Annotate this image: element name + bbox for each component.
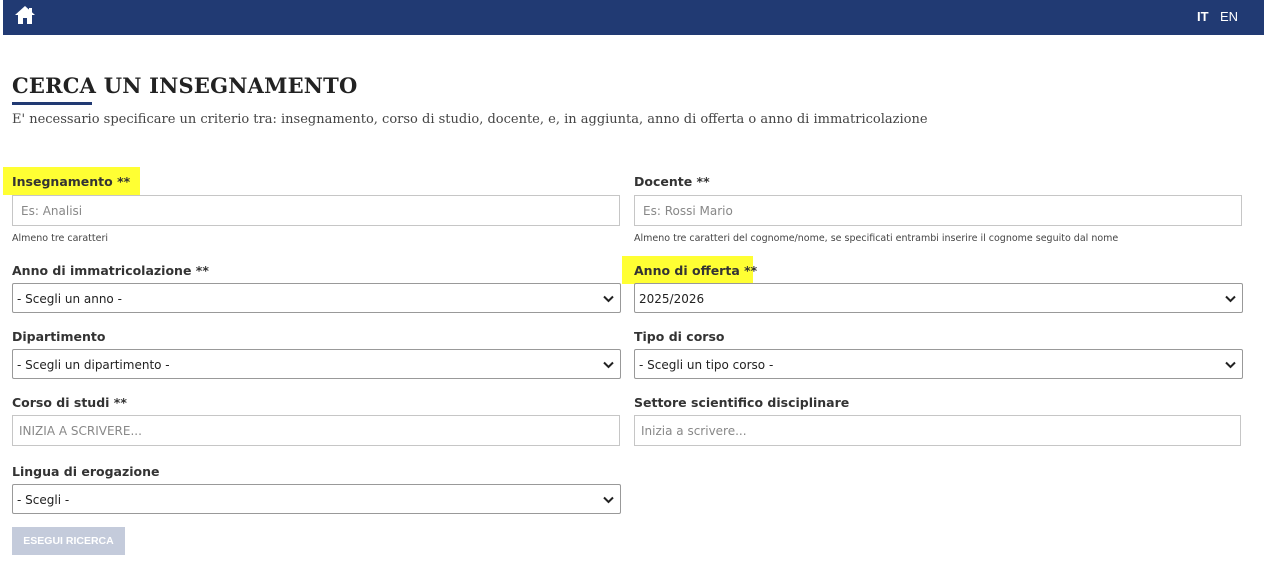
chevron-down-icon — [603, 496, 614, 504]
top-navbar: IT EN — [3, 0, 1264, 35]
language-it-link[interactable]: IT — [1197, 9, 1209, 24]
anno-offerta-label: Anno di offerta ** — [634, 263, 758, 278]
insegnamento-help: Almeno tre caratteri — [12, 233, 108, 244]
docente-field[interactable] — [634, 195, 1242, 226]
page-subtitle: E' necessario specificare un criterio tr… — [12, 112, 928, 127]
docente-label: Docente ** — [634, 174, 710, 189]
settore-field[interactable] — [634, 415, 1241, 446]
chevron-down-icon — [1225, 361, 1236, 369]
docente-input[interactable] — [635, 196, 1241, 225]
chevron-down-icon — [603, 361, 614, 369]
docente-help: Almeno tre caratteri del cognome/nome, s… — [634, 233, 1119, 244]
dipartimento-label: Dipartimento — [12, 329, 106, 344]
lingua-label: Lingua di erogazione — [12, 464, 160, 479]
anno-offerta-value: 2025/2026 — [639, 292, 705, 306]
insegnamento-label: Insegnamento ** — [12, 174, 131, 189]
anno-immatricolazione-value: - Scegli un anno - — [17, 292, 122, 306]
tipo-corso-value: - Scegli un tipo corso - — [639, 358, 774, 372]
settore-label: Settore scientifico disciplinare — [634, 395, 850, 410]
anno-immatricolazione-label: Anno di immatricolazione ** — [12, 263, 209, 278]
corso-studi-field[interactable] — [12, 415, 620, 446]
anno-offerta-select[interactable]: 2025/2026 — [634, 283, 1243, 313]
home-icon[interactable] — [14, 5, 36, 25]
tipo-corso-label: Tipo di corso — [634, 329, 725, 344]
search-submit-button[interactable]: ESEGUI RICERCA — [12, 527, 125, 555]
insegnamento-input[interactable] — [13, 196, 619, 225]
corso-studi-label: Corso di studi ** — [12, 395, 127, 410]
lingua-select[interactable]: - Scegli - — [12, 484, 621, 514]
dipartimento-value: - Scegli un dipartimento - — [17, 358, 170, 372]
insegnamento-field[interactable] — [12, 195, 620, 226]
chevron-down-icon — [603, 295, 614, 303]
settore-input[interactable] — [635, 416, 1240, 445]
lingua-value: - Scegli - — [17, 493, 70, 507]
corso-studi-input[interactable] — [13, 416, 619, 445]
language-en-link[interactable]: EN — [1220, 9, 1238, 24]
title-underline — [12, 102, 92, 105]
dipartimento-select[interactable]: - Scegli un dipartimento - — [12, 349, 621, 379]
anno-immatricolazione-select[interactable]: - Scegli un anno - — [12, 283, 621, 313]
tipo-corso-select[interactable]: - Scegli un tipo corso - — [634, 349, 1243, 379]
chevron-down-icon — [1225, 295, 1236, 303]
page-title: CERCA UN INSEGNAMENTO — [12, 73, 358, 98]
